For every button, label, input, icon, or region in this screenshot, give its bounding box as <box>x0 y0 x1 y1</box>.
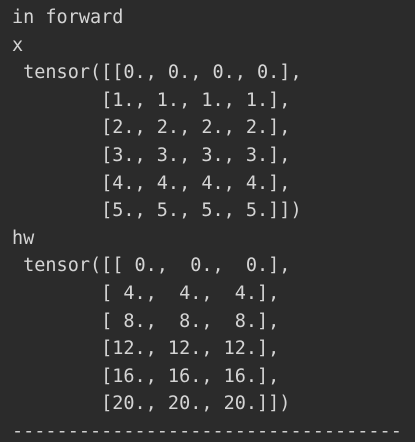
console-output[interactable]: in forward x tensor([[0., 0., 0., 0.], [… <box>0 0 415 442</box>
console-line-hw-row-5: [20., 20., 20.]]) <box>12 393 291 415</box>
console-line-x-row-4: [4., 4., 4., 4.], <box>12 172 291 194</box>
console-line-label-x: x <box>12 34 24 56</box>
console-line-label-hw: hw <box>12 227 35 249</box>
console-line-x-row-0: tensor([[0., 0., 0., 0.], <box>12 62 302 84</box>
console-line-x-row-2: [2., 2., 2., 2.], <box>12 117 291 139</box>
console-line-hw-row-1: [ 4., 4., 4.], <box>12 282 280 304</box>
console-line-x-row-3: [3., 3., 3., 3.], <box>12 144 291 166</box>
console-separator: ----------------------------------- <box>12 420 402 442</box>
console-line-x-row-5: [5., 5., 5., 5.]]) <box>12 200 302 222</box>
console-line-x-row-1: [1., 1., 1., 1.], <box>12 89 291 111</box>
console-line-hw-row-4: [16., 16., 16.], <box>12 365 280 387</box>
console-line-hw-row-3: [12., 12., 12.], <box>12 338 280 360</box>
console-line-label-forward: in forward <box>12 7 124 28</box>
console-line-hw-row-0: tensor([[ 0., 0., 0.], <box>12 255 291 277</box>
console-line-hw-row-2: [ 8., 8., 8.], <box>12 310 280 332</box>
